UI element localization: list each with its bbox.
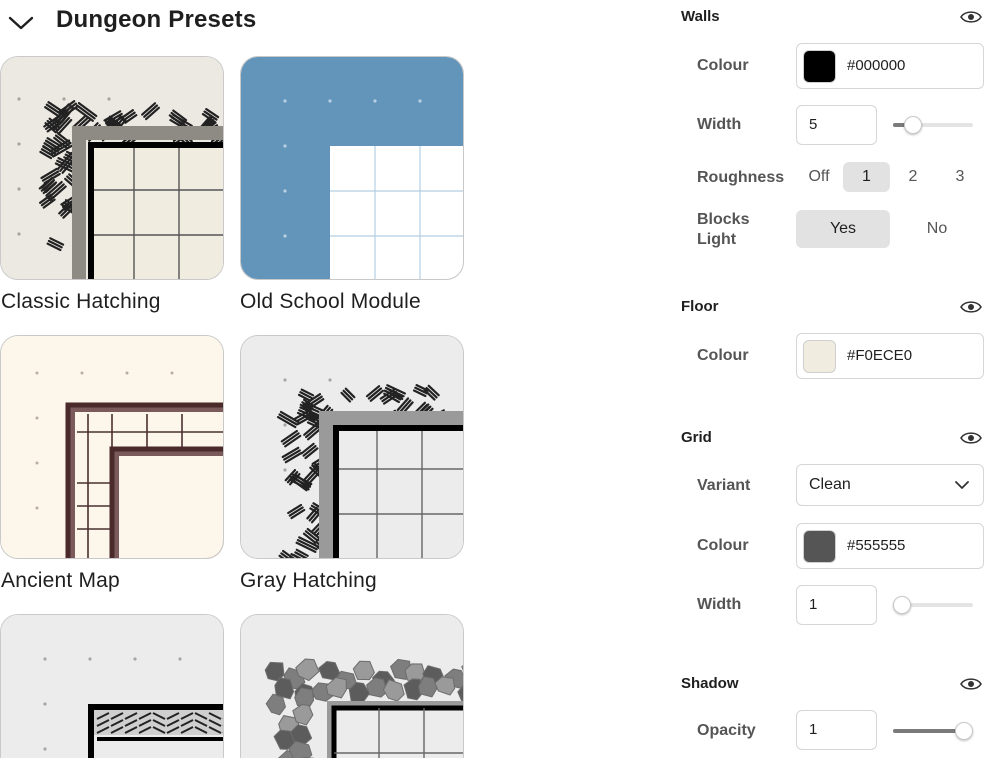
preset-card-hatched-outline[interactable] [0,614,224,758]
shadow-opacity-value: 1 [809,721,818,738]
grid-colour-swatch[interactable] [803,530,836,563]
gray-hatching-thumbnail [241,336,463,558]
walls-colour-value: #000000 [847,57,906,74]
eye-icon[interactable] [960,676,982,692]
preset-label: Old School Module [240,290,421,313]
preset-label: Classic Hatching [1,290,161,313]
preset-label: Gray Hatching [240,569,377,592]
roughness-option-1[interactable]: 1 [843,162,890,192]
roughness-option-2[interactable]: 2 [890,162,936,192]
preset-card-stone-walls[interactable] [240,614,464,758]
floor-section-title: Floor [681,298,719,315]
roughness-option-3[interactable]: 3 [937,162,983,192]
slider-thumb[interactable] [893,596,911,614]
grid-width-input[interactable]: 1 [796,585,877,625]
hatch-stroke [222,717,223,719]
floor-colour-field[interactable]: #F0ECE0 [796,333,984,379]
walls-roughness-label: Roughness [697,169,785,186]
slider-thumb[interactable] [904,116,922,134]
shadow-opacity-label: Opacity [697,722,756,739]
shadow-opacity-input[interactable]: 1 [796,710,877,750]
grid-variant-value: Clean [809,476,851,493]
hatch-stroke [222,731,223,733]
eye-icon[interactable] [960,430,982,446]
walls-width-input[interactable]: 5 [796,105,877,145]
floor-colour-swatch[interactable] [803,340,836,373]
grid-width-label: Width [697,596,742,613]
preset-card-ancient-map[interactable] [0,335,224,559]
hatch-stroke [222,724,223,726]
grid-width-slider[interactable] [893,596,973,614]
slider-thumb[interactable] [955,722,973,740]
chevron-down-icon[interactable] [8,12,34,32]
floor-colour-value: #F0ECE0 [847,347,913,364]
grid-colour-field[interactable]: #555555 [796,523,984,569]
grid-colour-label: Colour [697,537,749,554]
presets-header[interactable]: Dungeon Presets [0,0,470,40]
chevron-down-icon [955,481,969,489]
preset-card-old-school-module[interactable] [240,56,464,280]
walls-section-title: Walls [681,8,720,25]
eye-icon[interactable] [960,299,982,315]
shadow-opacity-slider[interactable] [893,722,973,740]
slider-fill [893,729,964,733]
classic-hatching-thumbnail [1,57,223,279]
preset-card-gray-hatching[interactable] [240,335,464,559]
walls-width-value: 5 [809,116,818,133]
walls-colour-field[interactable]: #000000 [796,43,984,89]
grid-width-value: 1 [809,596,818,613]
walls-colour-label: Colour [697,57,749,74]
hatched-outline-thumbnail [1,615,223,758]
presets-title: Dungeon Presets [56,6,257,33]
grid-section-title: Grid [681,429,712,446]
blocks-light-yes-button[interactable]: Yes [796,210,890,248]
walls-width-label: Width [697,116,742,133]
settings-panel: Walls Colour #000000 Width 5 Roughness O… [672,0,1000,758]
ancient-map-thumbnail [1,336,223,558]
blocks-light-label-line2: Light [697,231,737,248]
eye-icon[interactable] [960,9,982,25]
grid-colour-value: #555555 [847,537,906,554]
preset-card-classic-hatching[interactable] [0,56,224,280]
blocks-light-label-line1: Blocks [697,211,750,228]
floor-colour-label: Colour [697,347,749,364]
preset-label: Ancient Map [1,569,120,592]
walls-colour-swatch[interactable] [803,50,836,83]
walls-width-slider[interactable] [893,116,973,134]
grid-variant-label: Variant [697,477,751,494]
old-school-module-thumbnail [241,57,463,279]
grid-variant-select[interactable]: Clean [796,464,984,506]
roughness-option-off[interactable]: Off [796,162,842,192]
blocks-light-no-button[interactable]: No [890,210,984,248]
shadow-section-title: Shadow [681,675,739,692]
stone-walls-thumbnail [241,615,463,758]
